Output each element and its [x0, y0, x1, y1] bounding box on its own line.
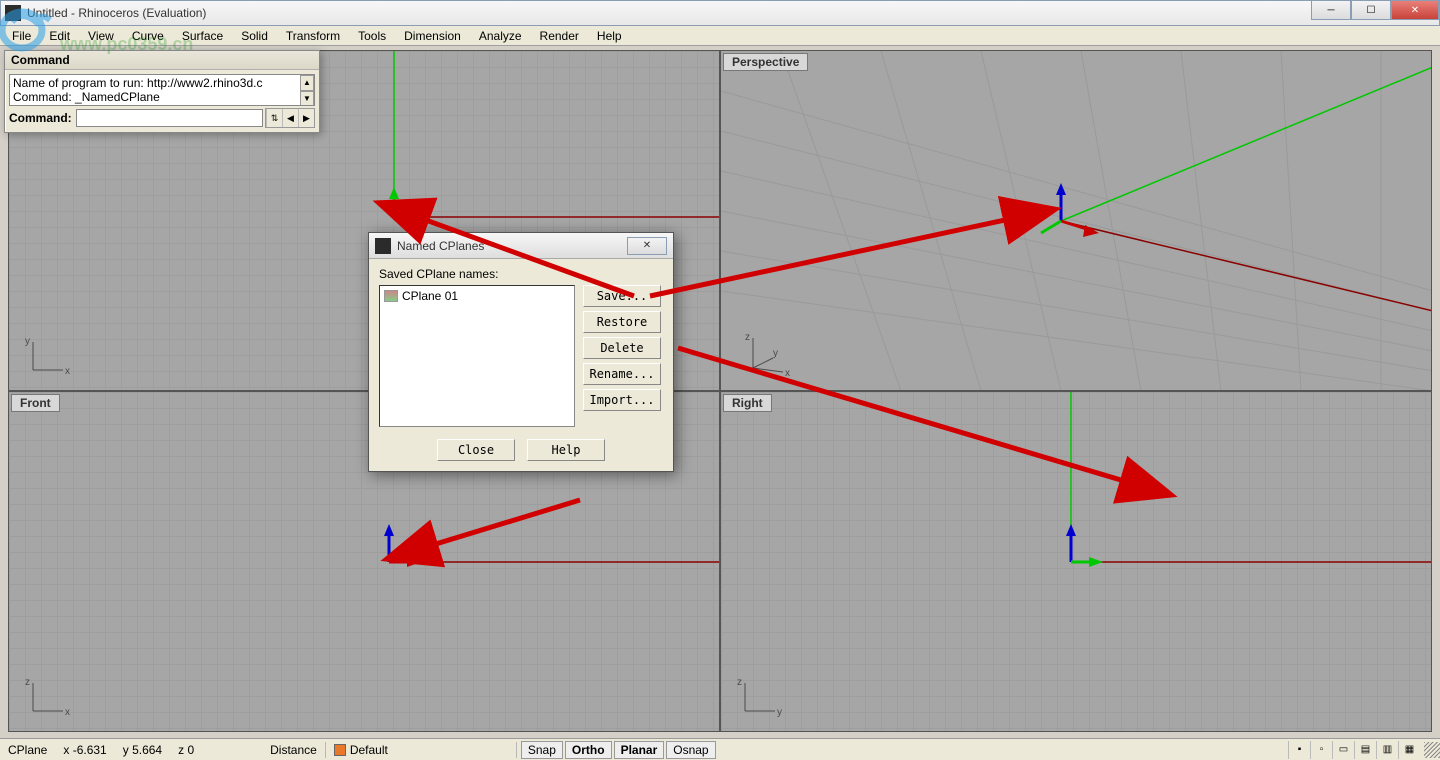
- named-cplanes-dialog[interactable]: Named CPlanes ✕ Saved CPlane names: CPla…: [368, 232, 674, 472]
- svg-text:z: z: [737, 677, 742, 688]
- dialog-app-icon: [375, 238, 391, 254]
- svg-text:z: z: [745, 332, 750, 343]
- status-bar: CPlane x -6.631 y 5.664 z 0 Distance Def…: [0, 738, 1440, 760]
- command-history[interactable]: Name of program to run: http://www2.rhin…: [9, 74, 315, 106]
- window-title: Untitled - Rhinoceros (Evaluation): [27, 6, 206, 20]
- viewport-label-right[interactable]: Right: [723, 394, 772, 412]
- delete-button[interactable]: Delete: [583, 337, 661, 359]
- menu-surface[interactable]: Surface: [174, 27, 231, 45]
- pane-icon[interactable]: ▫: [1310, 741, 1332, 759]
- svg-text:x: x: [785, 368, 790, 379]
- menu-tools[interactable]: Tools: [350, 27, 394, 45]
- status-pane-icons: ▪ ▫ ▭ ▤ ▥ ▦: [1288, 741, 1420, 759]
- maximize-button[interactable]: ☐: [1351, 0, 1391, 20]
- pane-icon[interactable]: ▦: [1398, 741, 1420, 759]
- menu-dimension[interactable]: Dimension: [396, 27, 469, 45]
- dialog-close-button[interactable]: ✕: [627, 237, 667, 255]
- status-distance: Distance: [262, 739, 325, 760]
- menu-help[interactable]: Help: [589, 27, 630, 45]
- pane-icon[interactable]: ▤: [1354, 741, 1376, 759]
- history-next-icon[interactable]: ▶: [298, 109, 314, 127]
- command-prompt-label: Command:: [9, 111, 76, 125]
- status-cplane: CPlane: [0, 739, 55, 760]
- status-z: z 0: [170, 739, 202, 760]
- close-button[interactable]: ✕: [1391, 0, 1439, 20]
- dialog-titlebar[interactable]: Named CPlanes ✕: [369, 233, 673, 259]
- import-button[interactable]: Import...: [583, 389, 661, 411]
- layer-swatch-icon: [334, 744, 346, 756]
- history-scroll-down-icon[interactable]: ▼: [300, 91, 314, 106]
- status-x: x -6.631: [55, 739, 114, 760]
- viewport-container: x y Perspec: [8, 50, 1432, 732]
- save-button[interactable]: Save...: [583, 285, 661, 307]
- svg-text:y: y: [773, 348, 778, 359]
- dialog-close-action-button[interactable]: Close: [437, 439, 515, 461]
- toggle-osnap[interactable]: Osnap: [666, 741, 715, 759]
- menu-view[interactable]: View: [80, 27, 122, 45]
- resize-grip-icon[interactable]: [1424, 742, 1440, 758]
- viewport-perspective[interactable]: Perspective x z y: [720, 50, 1432, 391]
- svg-text:y: y: [777, 707, 782, 718]
- restore-button[interactable]: Restore: [583, 311, 661, 333]
- toggle-ortho[interactable]: Ortho: [565, 741, 612, 759]
- command-input[interactable]: [76, 109, 263, 127]
- cplane-item-label: CPlane 01: [402, 289, 458, 303]
- menubar: File Edit View Curve Surface Solid Trans…: [0, 26, 1440, 46]
- rename-button[interactable]: Rename...: [583, 363, 661, 385]
- svg-text:z: z: [25, 677, 30, 688]
- dialog-section-label: Saved CPlane names:: [379, 267, 663, 281]
- command-panel[interactable]: Command Name of program to run: http://w…: [4, 50, 320, 133]
- cplane-listbox[interactable]: CPlane 01: [379, 285, 575, 427]
- toggle-planar[interactable]: Planar: [614, 741, 665, 759]
- dialog-help-button[interactable]: Help: [527, 439, 605, 461]
- viewport-right[interactable]: Right y z: [720, 391, 1432, 732]
- input-spinner-icon[interactable]: ⇅: [266, 109, 282, 127]
- pane-icon[interactable]: ▭: [1332, 741, 1354, 759]
- menu-solid[interactable]: Solid: [233, 27, 276, 45]
- svg-text:x: x: [65, 707, 70, 718]
- svg-text:y: y: [25, 336, 30, 347]
- menu-edit[interactable]: Edit: [41, 27, 78, 45]
- list-item[interactable]: CPlane 01: [382, 288, 572, 304]
- toggle-snap[interactable]: Snap: [521, 741, 563, 759]
- viewport-label-perspective[interactable]: Perspective: [723, 53, 808, 71]
- history-prev-icon[interactable]: ◀: [282, 109, 298, 127]
- dialog-title-text: Named CPlanes: [397, 239, 484, 253]
- menu-render[interactable]: Render: [532, 27, 587, 45]
- viewport-label-front[interactable]: Front: [11, 394, 60, 412]
- minimize-button[interactable]: ─: [1311, 0, 1351, 20]
- pane-icon[interactable]: ▪: [1288, 741, 1310, 759]
- command-panel-title[interactable]: Command: [5, 51, 319, 70]
- menu-transform[interactable]: Transform: [278, 27, 348, 45]
- menu-file[interactable]: File: [4, 27, 39, 45]
- status-layer[interactable]: Default: [326, 739, 396, 760]
- cplane-thumb-icon: [384, 290, 398, 302]
- svg-text:x: x: [65, 366, 70, 377]
- command-history-line: Name of program to run: http://www2.rhin…: [13, 76, 311, 90]
- history-scroll-up-icon[interactable]: ▲: [300, 75, 314, 91]
- pane-icon[interactable]: ▥: [1376, 741, 1398, 759]
- menu-curve[interactable]: Curve: [124, 27, 172, 45]
- menu-analyze[interactable]: Analyze: [471, 27, 530, 45]
- status-y: y 5.664: [115, 739, 170, 760]
- app-icon: [5, 5, 21, 21]
- window-titlebar: Untitled - Rhinoceros (Evaluation) ─ ☐ ✕: [0, 0, 1440, 26]
- command-history-line: Command: _NamedCPlane: [13, 90, 311, 104]
